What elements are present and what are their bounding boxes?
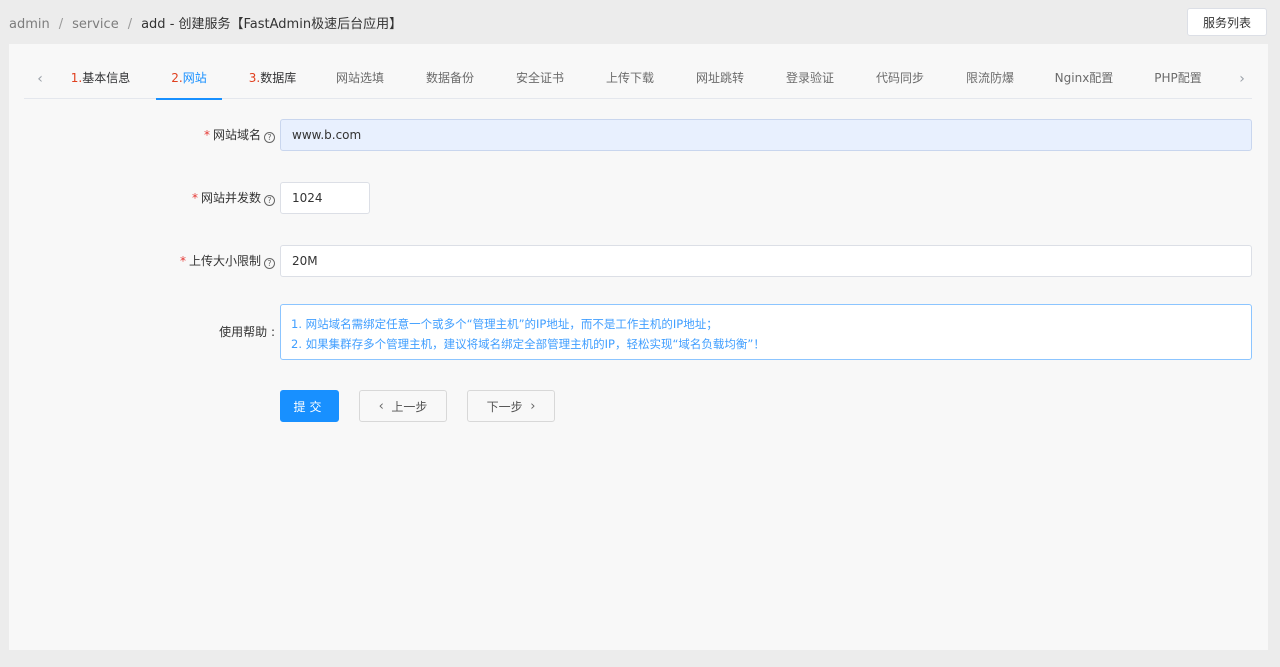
prev-step-button[interactable]: ‹ 上一步 bbox=[359, 390, 447, 422]
required-mark: * bbox=[179, 254, 186, 268]
next-step-button[interactable]: 下一步 › bbox=[467, 390, 555, 422]
tab-website-optional[interactable]: 网站选填 bbox=[335, 62, 385, 99]
tab-basic-info[interactable]: 1.基本信息 bbox=[70, 62, 131, 99]
tab-step-number: 1. bbox=[70, 71, 83, 85]
upload-limit-label: * 上传大小限制? bbox=[180, 245, 275, 277]
question-icon[interactable]: ? bbox=[264, 258, 275, 269]
domain-input[interactable]: www.b.com bbox=[280, 119, 1252, 151]
chevron-right-icon: › bbox=[530, 398, 536, 414]
tab-data-backup[interactable]: 数据备份 bbox=[425, 62, 475, 99]
upload-limit-input[interactable]: 20M bbox=[280, 245, 1252, 277]
main-card: ‹ 1.基本信息 2.网站 3.数据库 网站选填 数据备份 安全证书 上传下载 … bbox=[9, 44, 1268, 650]
tab-code-sync[interactable]: 代码同步 bbox=[875, 62, 925, 99]
tab-step-number: 2. bbox=[171, 71, 183, 85]
tab-upload-download[interactable]: 上传下载 bbox=[605, 62, 655, 99]
help-line-2: 2. 如果集群存多个管理主机，建议将域名绑定全部管理主机的IP，轻松实现“域名负… bbox=[291, 337, 765, 351]
help-label: 使用帮助 : bbox=[219, 325, 275, 339]
tab-login-auth[interactable]: 登录验证 bbox=[785, 62, 835, 99]
next-step-label: 下一步 bbox=[486, 399, 523, 414]
breadcrumb-current: add - 创建服务【FastAdmin极速后台应用】 bbox=[141, 17, 403, 32]
upload-limit-label-text: 上传大小限制 bbox=[188, 254, 261, 268]
required-mark: * bbox=[191, 191, 198, 205]
domain-label: * 网站域名? bbox=[204, 119, 275, 151]
tab-ssl-certificate[interactable]: 安全证书 bbox=[515, 62, 565, 99]
breadcrumb-separator: / bbox=[58, 17, 64, 32]
help-box: 1. 网站域名需绑定任意一个或多个“管理主机”的IP地址，而不是工作主机的IP地… bbox=[280, 304, 1252, 360]
tab-php-config[interactable]: PHP配置 bbox=[1152, 62, 1204, 99]
tab-label: 网站 bbox=[182, 71, 207, 85]
question-icon[interactable]: ? bbox=[264, 132, 275, 143]
chevron-left-icon[interactable]: ‹ bbox=[32, 70, 48, 88]
concurrency-label: * 网站并发数? bbox=[192, 182, 275, 214]
service-list-button[interactable]: 服务列表 bbox=[1187, 8, 1267, 36]
tab-label: 数据库 bbox=[260, 71, 297, 85]
concurrency-input[interactable]: 1024 bbox=[280, 182, 370, 214]
prev-step-label: 上一步 bbox=[391, 399, 428, 414]
tab-url-redirect[interactable]: 网址跳转 bbox=[695, 62, 745, 99]
breadcrumb-service[interactable]: service bbox=[72, 17, 119, 32]
chevron-left-icon: ‹ bbox=[378, 398, 384, 414]
tab-rate-limit[interactable]: 限流防爆 bbox=[965, 62, 1015, 99]
tab-database[interactable]: 3.数据库 bbox=[248, 62, 297, 99]
breadcrumb-admin[interactable]: admin bbox=[9, 17, 50, 32]
top-bar: admin / service / add - 创建服务【FastAdmin极速后台应用… bbox=[0, 0, 1280, 42]
submit-button[interactable]: 提交 bbox=[280, 390, 339, 422]
concurrency-label-text: 网站并发数 bbox=[200, 191, 261, 205]
breadcrumb: admin / service / add - 创建服务【FastAdmin极速后台应用… bbox=[9, 13, 402, 32]
help-line-1: 1. 网站域名需绑定任意一个或多个“管理主机”的IP地址，而不是工作主机的IP地… bbox=[291, 317, 718, 331]
required-mark: * bbox=[203, 128, 210, 142]
step-tabs: ‹ 1.基本信息 2.网站 3.数据库 网站选填 数据备份 安全证书 上传下载 … bbox=[24, 62, 1252, 100]
question-icon[interactable]: ? bbox=[264, 195, 275, 206]
tab-nginx-config[interactable]: Nginx配置 bbox=[1054, 62, 1114, 99]
chevron-right-icon[interactable]: › bbox=[1234, 70, 1250, 88]
domain-label-text: 网站域名 bbox=[212, 128, 261, 142]
tab-website[interactable]: 2.网站 bbox=[156, 62, 222, 100]
tab-step-number: 3. bbox=[248, 71, 261, 85]
breadcrumb-separator: / bbox=[127, 17, 133, 32]
tab-label: 基本信息 bbox=[82, 71, 131, 85]
